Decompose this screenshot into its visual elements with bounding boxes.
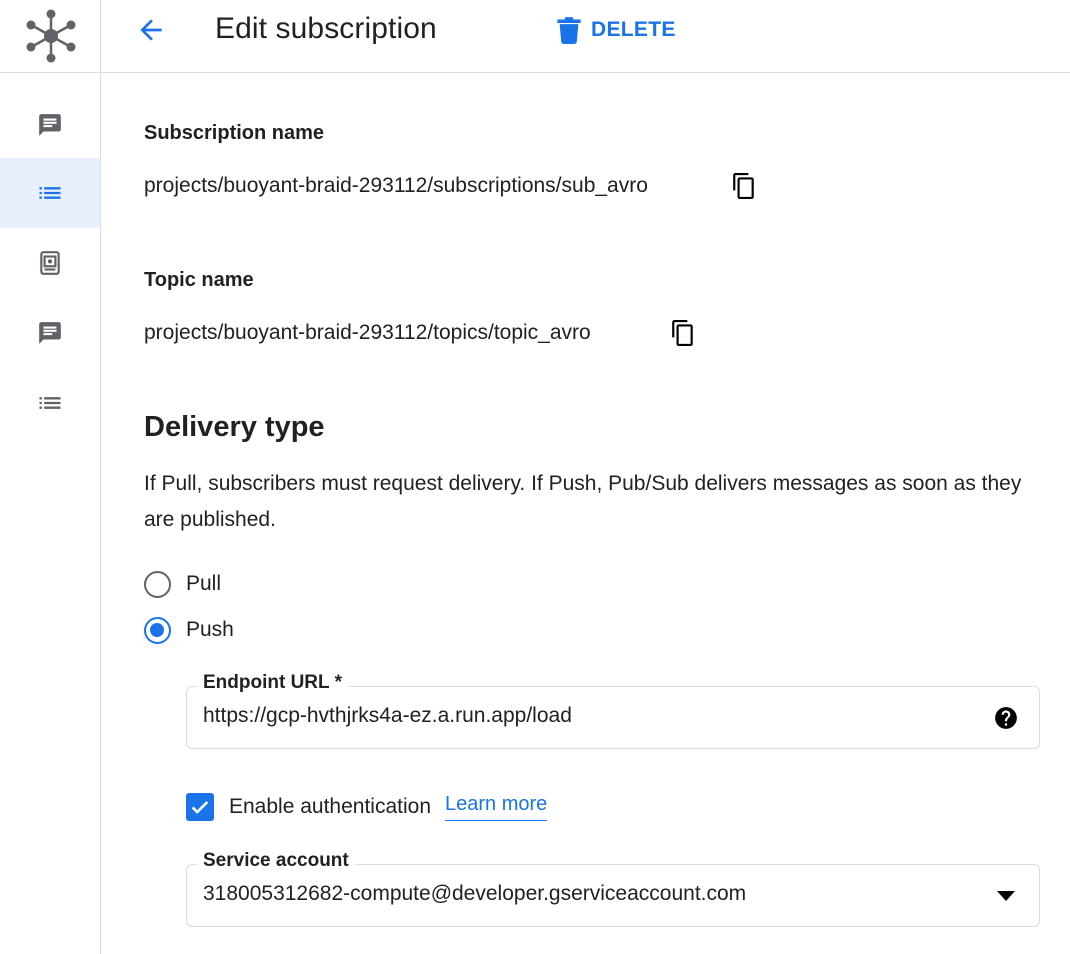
endpoint-url-label: Endpoint URL *: [197, 672, 348, 694]
chat-icon: [39, 322, 61, 344]
help-icon: [995, 707, 1017, 729]
service-account-label: Service account: [197, 850, 355, 872]
pubsub-logo-icon: [26, 9, 75, 63]
list-icon: [39, 397, 61, 409]
radio-pull[interactable]: Pull: [144, 568, 221, 600]
subscription-name-value: projects/buoyant-braid-293112/subscripti…: [144, 174, 648, 197]
rail-item-list-active[interactable]: [0, 158, 100, 228]
delete-button-label: DELETE: [591, 18, 676, 41]
enable-auth-checkbox[interactable]: [186, 793, 214, 821]
nav-rail: [0, 0, 101, 954]
enable-auth-row: Enable authentication Learn more: [186, 791, 548, 823]
topic-name-value: projects/buoyant-braid-293112/topics/top…: [144, 321, 591, 344]
help-button[interactable]: [993, 705, 1019, 731]
rail-item-snapshot[interactable]: [0, 228, 100, 298]
back-button[interactable]: [135, 14, 167, 46]
arrow-back-icon: [140, 19, 162, 41]
dropdown-arrow-icon: [997, 891, 1015, 901]
radio-pull-label: Pull: [186, 572, 222, 595]
radio-pull-button[interactable]: [144, 570, 171, 598]
delivery-type-description: If Pull, subscribers must request delive…: [144, 472, 1022, 531]
service-account-select[interactable]: Service account 318005312682-compute@dev…: [186, 850, 1040, 927]
delivery-type-heading: Delivery type: [144, 411, 325, 443]
topic-name-label: Topic name: [144, 269, 254, 291]
service-account-value[interactable]: 318005312682-compute@developer.gservicea…: [203, 882, 746, 906]
chat-icon: [39, 114, 61, 136]
radio-push-label: Push: [186, 618, 234, 641]
top-bar: Edit subscription DELETE: [101, 0, 1070, 73]
trash-icon: [557, 17, 581, 44]
rail-item-chat-2[interactable]: [0, 298, 100, 368]
list-icon: [39, 187, 61, 199]
endpoint-url-input[interactable]: https://gcp-hvthjrks4a-ez.a.run.app/load: [203, 704, 572, 728]
rail-item-list-2[interactable]: [0, 368, 100, 438]
radio-push[interactable]: Push: [144, 614, 234, 646]
copy-icon: [672, 320, 693, 346]
copy-subscription-button[interactable]: [730, 172, 758, 200]
endpoint-url-field[interactable]: Endpoint URL * https://gcp-hvthjrks4a-ez…: [186, 672, 1040, 749]
subscription-name-label: Subscription name: [144, 122, 325, 144]
radio-push-button[interactable]: [144, 616, 171, 644]
check-icon: [191, 801, 209, 814]
rail-item-chat[interactable]: [0, 90, 100, 160]
page-title: Edit subscription: [215, 12, 437, 45]
learn-more-link[interactable]: Learn more: [445, 793, 548, 821]
pubsub-logo[interactable]: [0, 0, 101, 73]
copy-icon: [733, 173, 754, 199]
copy-topic-button[interactable]: [669, 319, 697, 347]
snapshot-icon: [40, 251, 60, 275]
enable-auth-label: Enable authentication: [229, 795, 431, 818]
dropdown-button[interactable]: [993, 883, 1019, 909]
delete-button[interactable]: DELETE: [557, 15, 676, 45]
